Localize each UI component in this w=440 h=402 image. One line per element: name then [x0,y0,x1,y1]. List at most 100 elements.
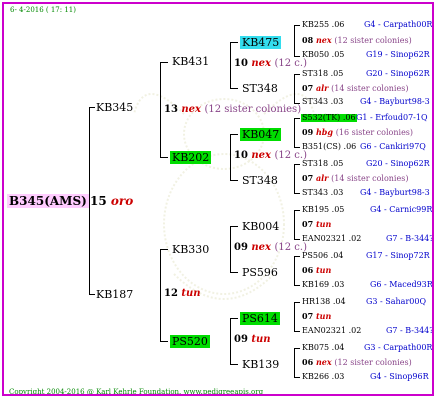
gen4-source: G17 - Sinop72R [366,251,430,260]
gen4-info: 09 hbg (16 sister colonies) [302,127,414,137]
gen4-queen[interactable]: PS506 .04 [302,252,343,260]
father-queen[interactable]: KB187 [96,289,133,300]
bracket-line [230,318,231,365]
bracket-line [230,88,238,89]
gen2-info: 09 nex (12 c.) [234,242,307,253]
gen4-info: 07 alr (14 sister colonies) [302,83,409,93]
gen4-queen[interactable]: KB169 .03 [302,281,344,289]
root-queen[interactable]: B345(AMS) [7,194,89,208]
gen4-queen[interactable]: KB255 .06 [302,21,344,29]
gen4-queen[interactable]: S532(TK) .06 [301,114,357,122]
gen3-queen[interactable]: ST348 [242,83,278,94]
gen4-info: 07 tun [302,311,332,321]
bracket-line [230,180,238,181]
gen2-queen[interactable]: KB431 [172,56,209,67]
gen4-source: G19 - Sinop62R [366,50,430,59]
gen4-source: G7 - B-344? [386,234,434,243]
gen4-queen[interactable]: B351(CS) .06 [302,143,356,151]
gen4-source: G6 - Maced93R [370,280,433,289]
gen4-queen[interactable]: HR138 .04 [302,298,346,306]
gen3-queen[interactable]: KB047 [240,128,282,141]
gen4-queen[interactable]: ST318 .05 [302,70,343,78]
bracket-line [294,74,300,75]
bracket-line [230,226,231,273]
bracket-line [89,107,95,108]
bracket-line [294,331,300,332]
gen4-queen[interactable]: EAN02321 .02 [302,327,361,335]
bracket-line [294,147,300,148]
date-label: 6- 4-2016 ( 17: 11) [10,6,76,14]
gen4-queen[interactable]: ST343 .03 [302,189,343,197]
gen4-queen[interactable]: KB195 .05 [302,206,344,214]
bracket-line [294,193,300,194]
copyright-footer: Copyright 2004-2016 @ Karl Kehrle Founda… [9,388,264,396]
bracket-line [230,318,238,319]
mother-info: 13 nex (12 sister colonies) [164,104,302,115]
pedigree-frame: 6- 4-2016 ( 17: 11) B345(AMS) 15 oro KB3… [2,2,434,396]
root-year: 15 oro [90,194,134,208]
gen4-source: G7 - B-344? [386,326,434,335]
gen2-queen[interactable]: KB330 [172,244,209,255]
bracket-line [160,62,161,158]
bracket-line [160,62,168,63]
gen3-queen[interactable]: KB475 [240,36,282,49]
bracket-line [160,249,168,250]
bracket-line [294,118,300,119]
gen4-source: G4 - Carnic99R [370,205,433,214]
gen3-queen[interactable]: PS614 [240,312,280,325]
gen3-queen[interactable]: KB139 [242,359,279,370]
bracket-line [294,118,295,148]
bracket-line [294,164,300,165]
bracket-line [230,42,238,43]
bracket-line [294,74,295,104]
bracket-line [294,239,300,240]
bracket-line [294,302,295,332]
bracket-line [294,164,295,194]
bracket-line [89,294,95,295]
bracket-line [230,364,238,365]
gen4-source: G20 - Sinop62R [366,159,430,168]
mother-queen[interactable]: KB345 [96,102,133,113]
bracket-line [294,285,300,286]
gen4-info: 07 tun [302,219,332,229]
bracket-line [294,302,300,303]
gen4-source: G3 - Carpath00R [364,343,433,352]
gen4-source: G20 - Sinop62R [366,69,430,78]
gen3-queen[interactable]: KB004 [242,221,279,232]
gen2-info: 10 nex (12 c.) [234,58,307,69]
gen4-queen[interactable]: KB266 .03 [302,373,344,381]
gen4-info: 06 tun [302,265,332,275]
gen4-source: G4 - Sinop96R [370,372,429,381]
gen4-source: G4 - Carpath00R [364,20,433,29]
bracket-line [294,377,300,378]
bracket-line [160,249,161,342]
bracket-line [294,56,300,57]
gen3-queen[interactable]: ST348 [242,175,278,186]
bracket-line [230,42,231,89]
gen2-queen[interactable]: KB202 [170,151,212,164]
bracket-line [230,272,238,273]
bracket-line [294,256,295,286]
bracket-line [230,134,238,135]
gen4-queen[interactable]: ST343 .03 [302,98,343,106]
gen4-source: G4 - Bayburt98-3 [360,188,430,197]
bracket-line [294,348,295,378]
gen4-info: 08 nex (12 sister colonies) [302,35,412,45]
gen4-source: G1 - Erfoud07-1Q [356,113,428,122]
bracket-line [294,256,300,257]
bracket-line [294,210,300,211]
bracket-line [160,341,168,342]
gen4-source: G4 - Bayburt98-3 [360,97,430,106]
gen3-queen[interactable]: PS596 [242,267,278,278]
gen4-info: 06 nex (12 sister colonies) [302,357,412,367]
gen2-info: 09 tun [234,334,271,345]
bracket-line [294,210,295,240]
gen4-queen[interactable]: ST318 .05 [302,160,343,168]
gen4-queen[interactable]: KB050 .05 [302,51,344,59]
gen4-queen[interactable]: EAN02321 .02 [302,235,361,243]
gen2-queen[interactable]: PS520 [170,335,210,348]
bracket-line [230,226,238,227]
gen4-queen[interactable]: KB075 .04 [302,344,344,352]
gen2-info: 10 nex (12 c.) [234,150,307,161]
gen4-info: 07 alr (14 sister colonies) [302,173,409,183]
